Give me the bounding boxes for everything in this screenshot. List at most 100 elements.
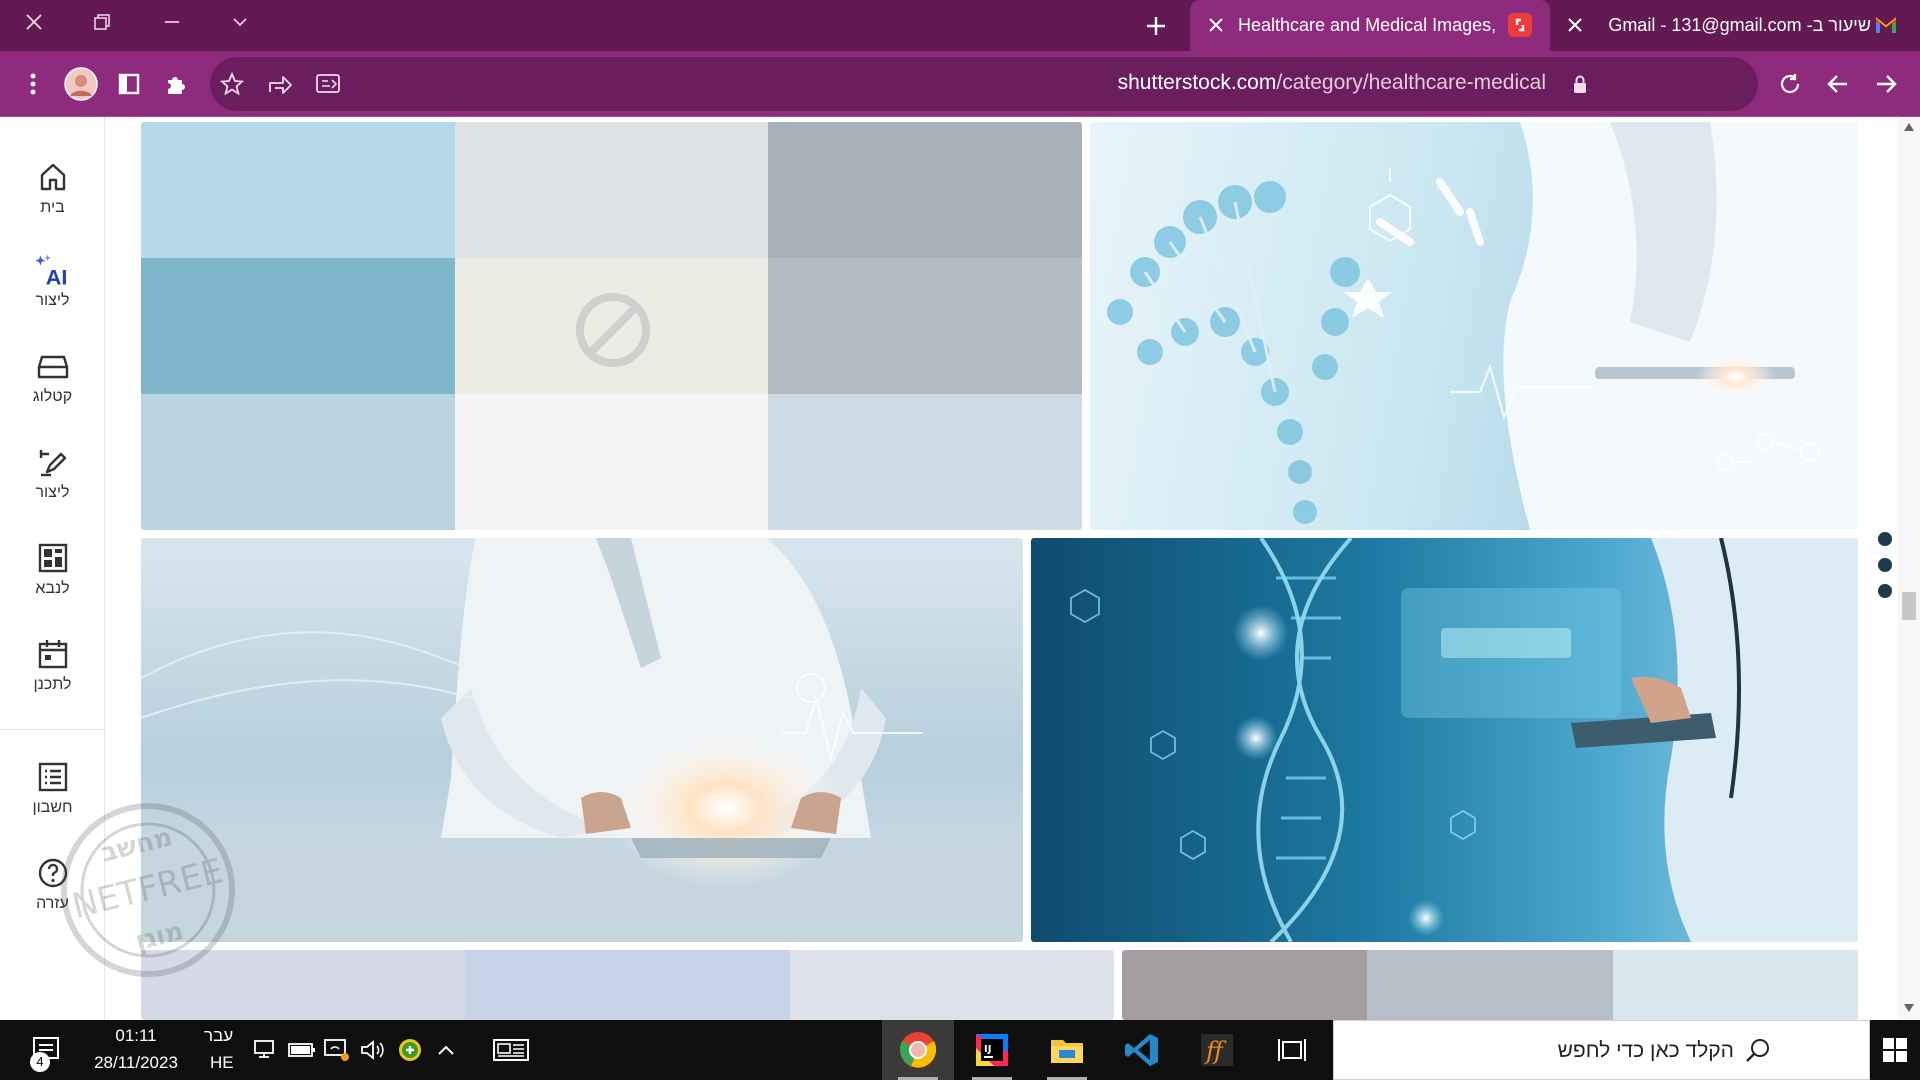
address-bar[interactable]: shutterstock.com/category/healthcare-med… bbox=[210, 57, 1758, 111]
image-tile-doctor-dna[interactable] bbox=[1090, 122, 1858, 530]
watermark-text: NETFREE bbox=[68, 851, 227, 927]
sidebar-item-label: לתכנן bbox=[33, 676, 72, 693]
sidebar-item-label: בית bbox=[40, 199, 65, 216]
scroll-thumb[interactable] bbox=[1902, 592, 1916, 620]
shutterstock-icon bbox=[1508, 13, 1532, 37]
sidebar-item-label: ליצור bbox=[35, 484, 70, 501]
vscode-icon[interactable] bbox=[1106, 1020, 1178, 1080]
new-tab-button[interactable] bbox=[1142, 12, 1170, 40]
sidebar-item-label: לנבא bbox=[35, 580, 70, 597]
extensions-icon[interactable] bbox=[158, 66, 194, 102]
scroll-up-icon[interactable] bbox=[1904, 123, 1914, 131]
tab-strip: Healthcare and Medical Images, שיעור ב- … bbox=[0, 0, 1920, 51]
search-icon bbox=[1746, 1039, 1769, 1062]
reload-icon[interactable] bbox=[1772, 66, 1808, 102]
forward-icon[interactable] bbox=[1868, 66, 1904, 102]
more-options-dot[interactable] bbox=[1878, 558, 1892, 572]
url-domain: shutterstock.com bbox=[1117, 71, 1277, 94]
tab-shutterstock[interactable]: Healthcare and Medical Images, bbox=[1190, 0, 1550, 51]
blocked-icon bbox=[575, 293, 650, 367]
profile-avatar[interactable] bbox=[63, 66, 99, 102]
tab-title: Healthcare and Medical Images, bbox=[1238, 15, 1497, 35]
clock-date[interactable]: 28/11/2023 bbox=[86, 1053, 186, 1073]
close-icon[interactable] bbox=[10, 0, 58, 44]
placeholder-cell bbox=[141, 122, 455, 258]
side-panel-icon[interactable] bbox=[111, 66, 147, 102]
photo-doctor-tablet bbox=[141, 538, 1023, 942]
close-tab-icon[interactable] bbox=[1563, 13, 1587, 37]
reading-mode-icon[interactable] bbox=[310, 66, 346, 102]
sidebar-item-ai-create[interactable]: AI ליצור bbox=[0, 252, 105, 342]
watermark-text: מוגן bbox=[133, 916, 187, 957]
predict-grid-icon bbox=[35, 540, 71, 576]
sidebar-item-create[interactable]: ליצור bbox=[0, 444, 105, 534]
tab-title: שיעור ב- Gmail - 131@gmail.com bbox=[1608, 15, 1871, 35]
browser-toolbar: shutterstock.com/category/healthcare-med… bbox=[0, 51, 1920, 117]
image-grid bbox=[105, 117, 1920, 1020]
share-icon[interactable] bbox=[262, 66, 298, 102]
display-icon[interactable] bbox=[322, 1037, 350, 1063]
sidebar-divider bbox=[0, 729, 105, 730]
windows-start-icon[interactable] bbox=[1870, 1020, 1920, 1080]
menu-kebab-icon[interactable] bbox=[15, 66, 51, 102]
tray-chevron-icon[interactable] bbox=[432, 1037, 460, 1063]
placeholder-cell bbox=[768, 122, 1082, 258]
gmail-icon bbox=[1874, 15, 1898, 35]
calendar-icon bbox=[35, 636, 71, 672]
more-options-dot[interactable] bbox=[1878, 532, 1892, 546]
placeholder-cell bbox=[465, 950, 790, 1020]
page-scrollbar[interactable] bbox=[1898, 117, 1920, 1020]
scroll-down-icon[interactable] bbox=[1904, 1004, 1914, 1012]
search-placeholder: הקלד כאן כדי לחפש bbox=[1557, 1039, 1734, 1062]
placeholder-cell bbox=[454, 258, 769, 394]
fontforge-icon[interactable]: ff bbox=[1181, 1020, 1253, 1080]
clock-time[interactable]: 01:11 bbox=[100, 1026, 172, 1046]
placeholder-cell bbox=[768, 258, 1082, 394]
photo-dna-blue bbox=[1070, 538, 1858, 942]
placeholder-cell bbox=[768, 394, 1082, 530]
restore-icon[interactable] bbox=[78, 0, 126, 44]
placeholder-cell bbox=[789, 950, 1114, 1020]
url-text[interactable]: shutterstock.com/category/healthcare-med… bbox=[1118, 71, 1546, 95]
ai-generate-icon: AI bbox=[34, 252, 71, 288]
back-icon[interactable] bbox=[1820, 66, 1856, 102]
url-path: /category/healthcare-medical bbox=[1276, 71, 1546, 94]
battery-icon[interactable] bbox=[288, 1037, 316, 1063]
sidebar-item-predict[interactable]: לנבא bbox=[0, 540, 105, 630]
image-tile-dna-blue[interactable] bbox=[1031, 538, 1858, 942]
task-view-icon[interactable] bbox=[1256, 1020, 1328, 1080]
more-options-dot[interactable] bbox=[1878, 584, 1892, 598]
photo-doctor-dna bbox=[1107, 122, 1858, 530]
network-icon[interactable] bbox=[252, 1037, 280, 1063]
image-tile-partial-left[interactable] bbox=[141, 950, 1114, 1020]
placeholder-cell bbox=[1612, 950, 1858, 1020]
close-tab-icon[interactable] bbox=[1204, 13, 1228, 37]
sidebar-item-plan[interactable]: לתכנן bbox=[0, 636, 105, 726]
edit-create-icon bbox=[35, 444, 71, 480]
placeholder-cell bbox=[1122, 950, 1368, 1020]
taskbar-search-box[interactable]: הקלד כאן כדי לחפש bbox=[1333, 1020, 1870, 1080]
language-indicator[interactable]: עבר bbox=[204, 1026, 233, 1046]
windows-taskbar: 01:11 28/11/2023 עבר HE IJ ff הקלד כאן כ… bbox=[0, 1020, 1920, 1080]
lock-icon[interactable] bbox=[1572, 74, 1588, 94]
minimize-icon[interactable] bbox=[148, 0, 196, 44]
language-code[interactable]: HE bbox=[210, 1053, 234, 1073]
security-icon[interactable] bbox=[396, 1037, 424, 1063]
placeholder-cell bbox=[141, 258, 455, 394]
image-tile-partial-right[interactable] bbox=[1122, 950, 1858, 1020]
svg-text:IJ: IJ bbox=[984, 1044, 991, 1055]
chrome-icon[interactable] bbox=[882, 1020, 954, 1080]
image-tile-doctor-tablet[interactable] bbox=[141, 538, 1023, 942]
image-tile-blocked[interactable] bbox=[141, 122, 1082, 530]
sidebar-item-label: קטלוג bbox=[32, 388, 73, 405]
news-widget-icon[interactable] bbox=[490, 1037, 532, 1063]
sidebar-item-catalog[interactable]: קטלוג bbox=[0, 348, 105, 438]
bookmark-star-icon[interactable] bbox=[214, 66, 250, 102]
file-explorer-icon[interactable] bbox=[1031, 1020, 1103, 1080]
sidebar-item-home[interactable]: בית bbox=[0, 159, 105, 249]
chevron-down-icon[interactable] bbox=[216, 0, 264, 44]
volume-icon[interactable] bbox=[359, 1037, 387, 1063]
ai-badge-text: AI bbox=[45, 264, 67, 288]
tab-gmail[interactable]: שיעור ב- Gmail - 131@gmail.com bbox=[1553, 0, 1920, 51]
intellij-icon[interactable]: IJ bbox=[956, 1020, 1028, 1080]
